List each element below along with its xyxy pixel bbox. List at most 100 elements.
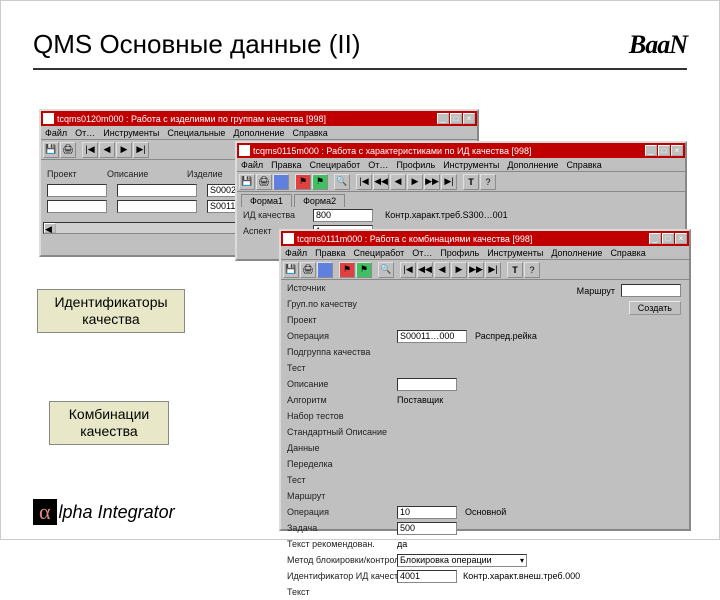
field-task[interactable]: 500	[397, 522, 457, 535]
nav-last-icon[interactable]: ▶|	[485, 262, 501, 278]
print-icon[interactable]: 🖨	[256, 174, 272, 190]
menu-item[interactable]: От…	[75, 128, 95, 138]
nav-prev-icon[interactable]: ◀	[390, 174, 406, 190]
go-icon[interactable]: ⚑	[356, 262, 372, 278]
menu-item[interactable]: Инструменты	[103, 128, 159, 138]
label-operation2: Операция	[287, 507, 397, 517]
label-route2: Маршрут	[287, 491, 397, 501]
label-qgroup: Груп.по качеству	[287, 299, 397, 309]
minimize-button[interactable]: _	[645, 145, 657, 156]
nav-prev-icon[interactable]: ◀	[99, 142, 115, 158]
scroll-left-button[interactable]: ◀	[44, 223, 56, 233]
menu-item[interactable]: Правка	[271, 160, 301, 170]
titlebar[interactable]: tcqms0111m000 : Работа с комбинациями ка…	[281, 231, 689, 246]
nav-fastback-icon[interactable]: ◀◀	[417, 262, 433, 278]
nav-next-icon[interactable]: ▶	[407, 174, 423, 190]
menu-item[interactable]: Дополнение	[507, 160, 558, 170]
menu-item[interactable]: Инструменты	[443, 160, 499, 170]
titlebar[interactable]: tcqms0115m000 : Работа с характеристикам…	[237, 143, 685, 158]
menu-help[interactable]: Справка	[292, 128, 327, 138]
close-button[interactable]: ×	[675, 233, 687, 244]
close-button[interactable]: ×	[463, 113, 475, 124]
stop-icon[interactable]: ⚑	[295, 174, 311, 190]
toolbar: 💾 🖨 ⚑ ⚑ 🔍 |◀ ◀◀ ◀ ▶ ▶▶ ▶| T ?	[237, 172, 685, 192]
nav-first-icon[interactable]: |◀	[356, 174, 372, 190]
text-quality-id-desc: Контр.характ.треб.S300…001	[385, 210, 508, 220]
menu-item[interactable]: Дополнение	[233, 128, 284, 138]
menubar[interactable]: Файл Правка Специработ От… Профиль Инстр…	[281, 246, 689, 260]
toolbar: 💾 🖨 ⚑ ⚑ 🔍 |◀ ◀◀ ◀ ▶ ▶▶ ▶| T ?	[281, 260, 689, 280]
field-quality-id[interactable]: 800	[313, 209, 373, 222]
text-yes: да	[397, 539, 407, 549]
text-icon[interactable]: T	[463, 174, 479, 190]
menu-item[interactable]: От…	[368, 160, 388, 170]
menu-item[interactable]: Дополнение	[551, 248, 602, 258]
save-icon[interactable]: 💾	[283, 262, 299, 278]
menu-item[interactable]: Специработ	[310, 160, 361, 170]
nav-prev-icon[interactable]: ◀	[434, 262, 450, 278]
nav-next-icon[interactable]: ▶	[116, 142, 132, 158]
go-icon[interactable]: ⚑	[312, 174, 328, 190]
col-project: Проект	[47, 169, 107, 179]
text-icon[interactable]: T	[507, 262, 523, 278]
field-route[interactable]	[621, 284, 681, 297]
menu-item[interactable]: Профиль	[440, 248, 479, 258]
nav-first-icon[interactable]: |◀	[82, 142, 98, 158]
label-route: Маршрут	[577, 286, 615, 296]
field-item[interactable]: S00011…000	[397, 330, 467, 343]
menu-file[interactable]: Файл	[45, 128, 67, 138]
menu-item[interactable]: Профиль	[396, 160, 435, 170]
maximize-button[interactable]: □	[658, 145, 670, 156]
create-button[interactable]: Создать	[629, 301, 681, 315]
save-icon[interactable]: 💾	[43, 142, 59, 158]
nav-next-icon[interactable]: ▶	[451, 262, 467, 278]
print-icon[interactable]: 🖨	[60, 142, 76, 158]
help-icon[interactable]: ?	[480, 174, 496, 190]
help-icon[interactable]: ?	[524, 262, 540, 278]
text-supplier: Поставщик	[397, 395, 443, 405]
field-client[interactable]	[397, 378, 457, 391]
search-icon[interactable]: 🔍	[378, 262, 394, 278]
cell-desc[interactable]	[117, 200, 197, 213]
menu-item[interactable]: Специработ	[354, 248, 405, 258]
menu-item[interactable]: От…	[412, 248, 432, 258]
dropdown-block-method[interactable]: Блокировка операции	[397, 554, 527, 567]
save-icon[interactable]: 💾	[239, 174, 255, 190]
menubar[interactable]: Файл Правка Специработ От… Профиль Инстр…	[237, 158, 685, 172]
toolbar-icon[interactable]	[317, 262, 333, 278]
tab-form1[interactable]: Форма1	[241, 194, 292, 207]
nav-first-icon[interactable]: |◀	[400, 262, 416, 278]
menubar[interactable]: Файл От… Инструменты Специальные Дополне…	[41, 126, 477, 140]
menu-item[interactable]: Справка	[610, 248, 645, 258]
cell-project[interactable]	[47, 184, 107, 197]
menu-item[interactable]: Файл	[241, 160, 263, 170]
nav-fastback-icon[interactable]: ◀◀	[373, 174, 389, 190]
field-op-num[interactable]: 10	[397, 506, 457, 519]
maximize-button[interactable]: □	[450, 113, 462, 124]
nav-last-icon[interactable]: ▶|	[441, 174, 457, 190]
nav-fastfwd-icon[interactable]: ▶▶	[424, 174, 440, 190]
print-icon[interactable]: 🖨	[300, 262, 316, 278]
toolbar-icon[interactable]	[273, 174, 289, 190]
search-icon[interactable]: 🔍	[334, 174, 350, 190]
minimize-button[interactable]: _	[649, 233, 661, 244]
tab-form2[interactable]: Форма2	[294, 194, 345, 207]
menu-item[interactable]: Инструменты	[487, 248, 543, 258]
menu-item[interactable]: Файл	[285, 248, 307, 258]
cell-project[interactable]	[47, 200, 107, 213]
cell-desc[interactable]	[117, 184, 197, 197]
menu-item[interactable]: Специальные	[167, 128, 225, 138]
maximize-button[interactable]: □	[662, 233, 674, 244]
titlebar[interactable]: tcqms0120m000 : Работа с изделиями по гр…	[41, 111, 477, 126]
close-button[interactable]: ×	[671, 145, 683, 156]
brand-logo: BaaN	[629, 30, 687, 60]
label-block-method: Метод блокировки/контроль	[287, 555, 397, 565]
minimize-button[interactable]: _	[437, 113, 449, 124]
nav-fastfwd-icon[interactable]: ▶▶	[468, 262, 484, 278]
menu-item[interactable]: Справка	[566, 160, 601, 170]
field-qid[interactable]: 4001	[397, 570, 457, 583]
menu-item[interactable]: Правка	[315, 248, 345, 258]
stop-icon[interactable]: ⚑	[339, 262, 355, 278]
nav-last-icon[interactable]: ▶|	[133, 142, 149, 158]
label-desc: Описание	[287, 379, 397, 389]
